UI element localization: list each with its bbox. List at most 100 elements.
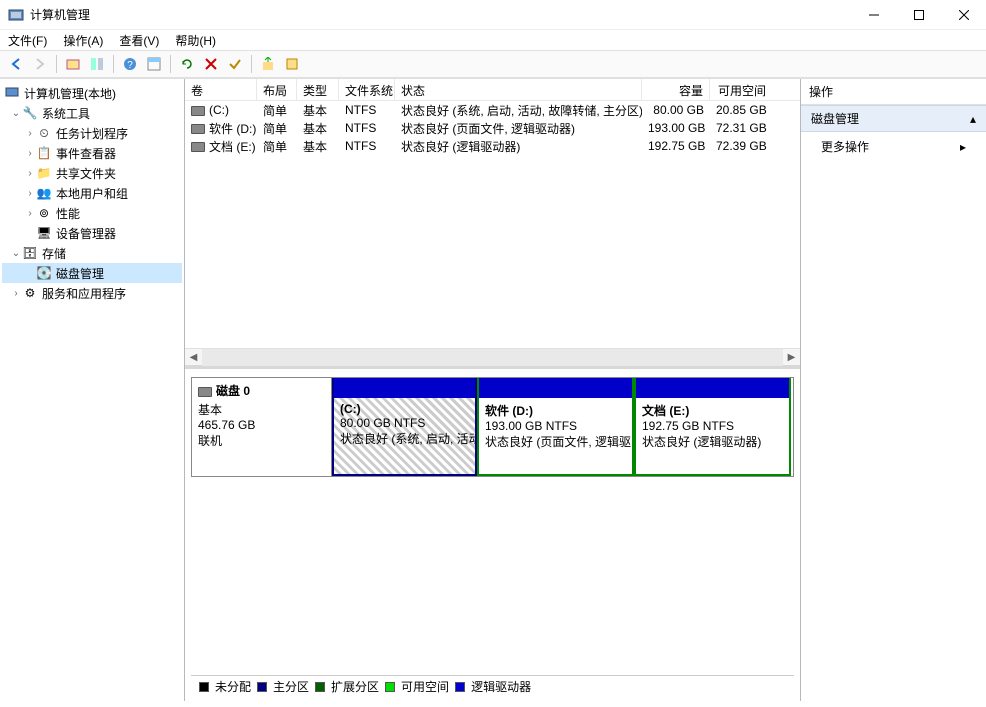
expand-icon[interactable]: › [24,148,36,159]
legend-primary: 主分区 [273,678,309,695]
toolbar-btn-1[interactable] [63,54,83,74]
refresh-button[interactable] [177,54,197,74]
volume-list-header: 卷 布局 类型 文件系统 状态 容量 可用空间 [185,79,800,101]
close-button[interactable] [941,0,986,30]
actions-group[interactable]: 磁盘管理 ▴ [801,105,986,132]
toolbar-btn-4[interactable] [258,54,278,74]
menu-action[interactable]: 操作(A) [63,32,103,49]
expand-icon[interactable]: › [24,188,36,199]
expand-icon[interactable]: › [24,208,36,219]
collapse-icon[interactable]: ▴ [970,112,976,126]
legend-unalloc-swatch [199,682,209,692]
disk-0-row[interactable]: 磁盘 0 基本 465.76 GB 联机 (C:)80.00 GB NTFS状态… [191,377,794,477]
more-actions[interactable]: 更多操作 ▸ [801,132,986,161]
window-titlebar: 计算机管理 [0,0,986,30]
tree-label: 本地用户和组 [56,185,128,202]
tree-label: 任务计划程序 [56,125,128,142]
col-volume[interactable]: 卷 [185,79,257,100]
nav-tree[interactable]: 计算机管理(本地) ⌄ 🔧 系统工具 › ⏲ 任务计划程序 › 📋 事件查看器 … [0,79,185,701]
scroll-right[interactable]: ▶ [783,352,800,363]
tools-icon: 🔧 [22,105,38,121]
tree-storage[interactable]: ⌄ 🗄 存储 [2,243,182,263]
partition[interactable]: 软件 (D:)193.00 GB NTFS状态良好 (页面文件, 逻辑驱 [477,378,634,476]
legend-logical: 逻辑驱动器 [471,678,531,695]
expand-icon[interactable]: › [10,288,22,299]
folder-icon: 📁 [36,165,52,181]
menu-help[interactable]: 帮助(H) [175,32,216,49]
col-filesystem[interactable]: 文件系统 [339,79,395,100]
col-free[interactable]: 可用空间 [710,79,772,100]
tree-root[interactable]: 计算机管理(本地) [2,83,182,103]
delete-button[interactable] [201,54,221,74]
tree-services-apps[interactable]: › ⚙ 服务和应用程序 [2,283,182,303]
toolbar-btn-3[interactable] [144,54,164,74]
perf-icon: ⊚ [36,205,52,221]
legend-extended-swatch [315,682,325,692]
col-layout[interactable]: 布局 [257,79,297,100]
expand-icon[interactable]: ⌄ [10,108,22,119]
menubar: 文件(F) 操作(A) 查看(V) 帮助(H) [0,30,986,50]
disk-size: 465.76 GB [198,418,325,432]
volume-row[interactable]: (C:) 简单基本 NTFS状态良好 (系统, 启动, 活动, 故障转储, 主分… [185,101,800,119]
tree-label: 存储 [42,245,66,262]
legend: 未分配 主分区 扩展分区 可用空间 逻辑驱动器 [191,675,794,697]
tree-label: 性能 [56,205,80,222]
tree-label: 设备管理器 [56,225,116,242]
menu-file[interactable]: 文件(F) [8,32,47,49]
tree-disk-management[interactable]: 💽 磁盘管理 [2,263,182,283]
legend-free: 可用空间 [401,678,449,695]
menu-view[interactable]: 查看(V) [119,32,159,49]
volume-row[interactable]: 文档 (E:) 简单基本 NTFS状态良好 (逻辑驱动器) 192.75 GB7… [185,137,800,155]
col-capacity[interactable]: 容量 [642,79,710,100]
tree-event-viewer[interactable]: › 📋 事件查看器 [2,143,182,163]
volume-list-body[interactable]: (C:) 简单基本 NTFS状态良好 (系统, 启动, 活动, 故障转储, 主分… [185,101,800,348]
tree-label: 系统工具 [42,105,90,122]
legend-primary-swatch [257,682,267,692]
forward-button[interactable] [30,54,50,74]
tree-device-manager[interactable]: 🖥 设备管理器 [2,223,182,243]
tree-performance[interactable]: › ⊚ 性能 [2,203,182,223]
svg-text:?: ? [127,60,133,71]
app-icon [8,7,24,23]
toolbar-btn-5[interactable] [282,54,302,74]
tree-task-scheduler[interactable]: › ⏲ 任务计划程序 [2,123,182,143]
users-icon: 👥 [36,185,52,201]
disk-title: 磁盘 0 [216,382,250,399]
toolbar-btn-chk[interactable] [225,54,245,74]
storage-icon: 🗄 [22,245,38,261]
volume-row[interactable]: 软件 (D:) 简单基本 NTFS状态良好 (页面文件, 逻辑驱动器) 193.… [185,119,800,137]
tree-local-users[interactable]: › 👥 本地用户和组 [2,183,182,203]
drive-icon [198,387,212,397]
h-scrollbar[interactable]: ◀ ▶ [185,348,800,365]
scroll-left[interactable]: ◀ [185,352,202,363]
submenu-icon: ▸ [960,140,966,154]
toolbar-btn-2[interactable] [87,54,107,74]
col-status[interactable]: 状态 [395,79,642,100]
partition[interactable]: 文档 (E:)192.75 GB NTFS状态良好 (逻辑驱动器) [634,378,791,476]
expand-icon[interactable]: › [24,168,36,179]
tree-shared-folders[interactable]: › 📁 共享文件夹 [2,163,182,183]
partition[interactable]: (C:)80.00 GB NTFS状态良好 (系统, 启动, 活动 [332,378,477,476]
disk-status: 联机 [198,432,325,449]
disk-icon: 💽 [36,265,52,281]
clock-icon: ⏲ [36,125,52,141]
actions-group-label: 磁盘管理 [811,110,859,127]
disk-label[interactable]: 磁盘 0 基本 465.76 GB 联机 [192,378,332,476]
minimize-button[interactable] [851,0,896,30]
help-button[interactable]: ? [120,54,140,74]
back-button[interactable] [6,54,26,74]
expand-icon[interactable]: ⌄ [10,248,22,259]
legend-unalloc: 未分配 [215,678,251,695]
tree-label: 计算机管理(本地) [24,85,116,102]
volume-list: 卷 布局 类型 文件系统 状态 容量 可用空间 (C:) 简单基本 NTFS状态… [185,79,800,369]
tree-label: 服务和应用程序 [42,285,126,302]
tree-system-tools[interactable]: ⌄ 🔧 系统工具 [2,103,182,123]
legend-free-swatch [385,682,395,692]
expand-icon[interactable]: › [24,128,36,139]
legend-logical-swatch [455,682,465,692]
maximize-button[interactable] [896,0,941,30]
scroll-track[interactable] [202,349,783,366]
tree-label: 事件查看器 [56,145,116,162]
col-type[interactable]: 类型 [297,79,339,100]
services-icon: ⚙ [22,285,38,301]
